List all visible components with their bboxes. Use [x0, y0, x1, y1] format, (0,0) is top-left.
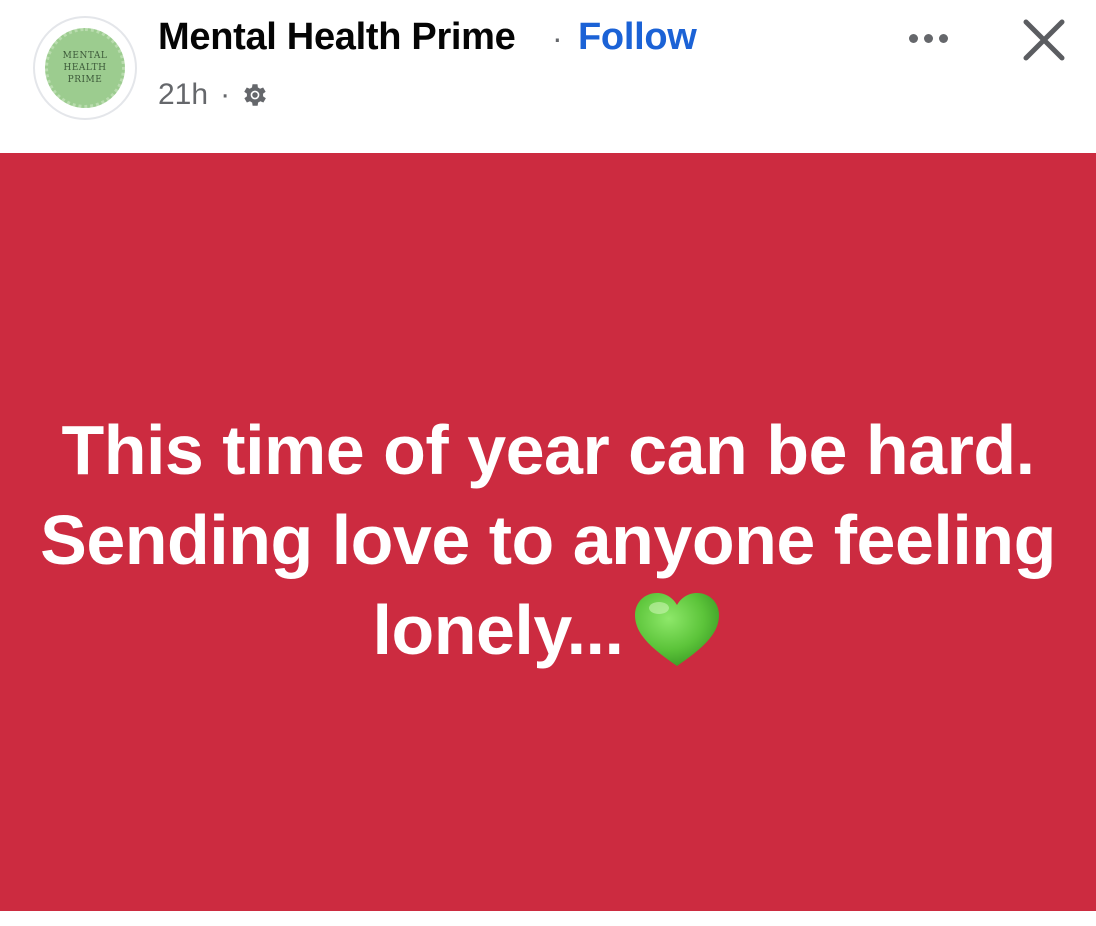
meta-separator: · — [220, 78, 231, 111]
page-name-link[interactable]: Mental Health Prime — [158, 16, 516, 59]
name-separator: · — [552, 20, 563, 56]
page-avatar[interactable]: MENTAL HEALTH PRIME — [33, 16, 137, 120]
more-dot — [908, 33, 918, 43]
follow-button[interactable]: Follow — [578, 16, 697, 59]
green-heart-icon — [631, 590, 723, 670]
gear-icon[interactable] — [240, 80, 270, 110]
post-text-container: This time of year can be hard. Sending l… — [40, 405, 1056, 675]
more-dot — [938, 33, 948, 43]
more-options-icon[interactable] — [898, 20, 958, 56]
post-background-card: This time of year can be hard. Sending l… — [0, 153, 1096, 911]
bottom-divider — [0, 911, 1096, 926]
post-meta: 21h · — [158, 75, 270, 115]
post-text: This time of year can be hard. Sending l… — [40, 411, 1056, 669]
more-dot — [923, 33, 933, 43]
post-timestamp[interactable]: 21h — [158, 78, 208, 112]
close-icon[interactable] — [1016, 12, 1072, 68]
avatar-logo: MENTAL HEALTH PRIME — [45, 28, 125, 108]
avatar-text-line1: MENTAL — [62, 51, 108, 61]
avatar-text-line2: HEALTH PRIME — [63, 63, 107, 85]
post-header: MENTAL HEALTH PRIME Mental Health Prime … — [0, 0, 1096, 153]
